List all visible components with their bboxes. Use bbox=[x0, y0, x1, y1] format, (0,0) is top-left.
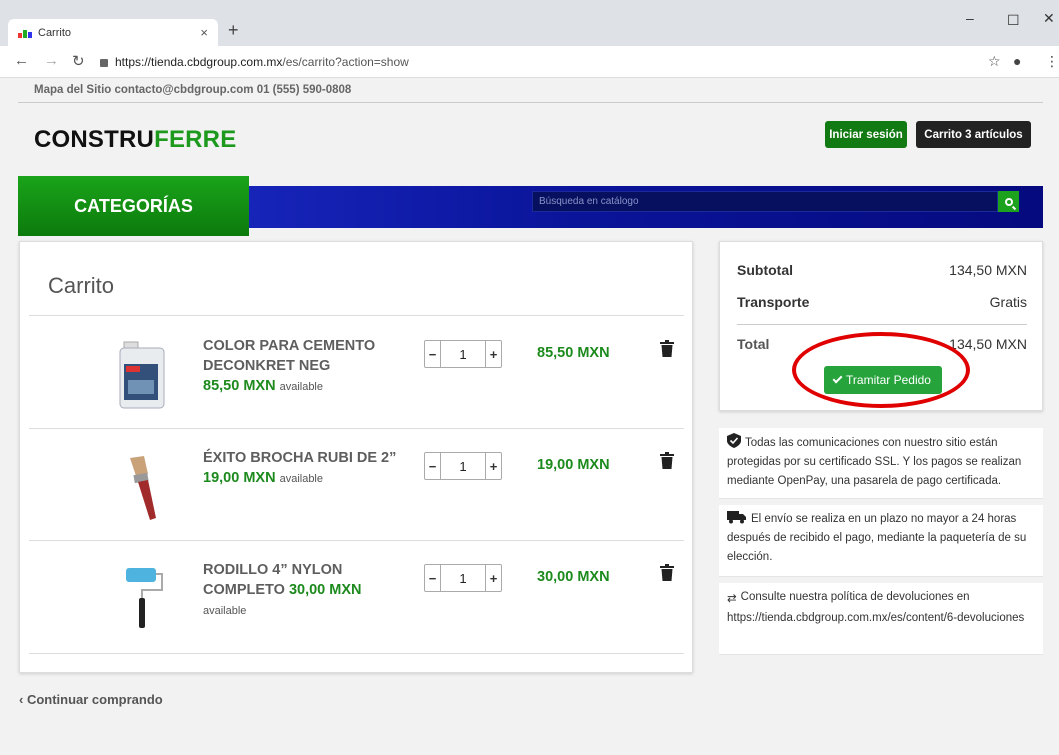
security-text: Todas las comunicaciones con nuestro sit… bbox=[727, 437, 1022, 487]
menu-icon[interactable]: ⋮ bbox=[1045, 53, 1059, 70]
logo-part-2: FERRE bbox=[154, 126, 237, 153]
decrease-button[interactable]: − bbox=[425, 565, 441, 591]
cart-panel: Carrito COLOR PARA CEMENTO DECONKRET NEG… bbox=[19, 241, 693, 673]
divider bbox=[29, 315, 684, 316]
line-total: 19,00 MXN bbox=[537, 457, 610, 473]
profile-icon[interactable]: ● bbox=[1013, 53, 1021, 69]
product-image-brush bbox=[130, 456, 156, 520]
url-host: https://tienda.cbdgroup.com.mx bbox=[115, 55, 283, 69]
trash-icon[interactable] bbox=[660, 340, 674, 357]
shield-icon bbox=[727, 433, 741, 448]
divider bbox=[737, 324, 1027, 325]
availability-text: available bbox=[279, 381, 323, 393]
subtotal-value: 134,50 MXN bbox=[949, 262, 1027, 278]
shipping-text: El envío se realiza en un plazo no mayor… bbox=[727, 513, 1027, 563]
product-image-roller bbox=[126, 568, 163, 628]
cart-item: ÉXITO BROCHA RUBI DE 2” 19,00 MXN availa… bbox=[20, 434, 694, 544]
product-title: ÉXITO BROCHA RUBI DE 2” bbox=[203, 450, 397, 466]
trash-icon[interactable] bbox=[660, 452, 674, 469]
page: Mapa del Sitio contacto@cbdgroup.com 01 … bbox=[0, 78, 1059, 755]
product-name[interactable]: COLOR PARA CEMENTO DECONKRET NEG 85,50 M… bbox=[203, 336, 408, 397]
reload-icon[interactable]: ↻ bbox=[72, 52, 85, 70]
bookmark-star-icon[interactable]: ☆ bbox=[988, 53, 1001, 70]
categories-button[interactable]: CATEGORÍAS bbox=[18, 176, 249, 236]
top-contact-line[interactable]: Mapa del Sitio contacto@cbdgroup.com 01 … bbox=[34, 84, 351, 96]
quantity-stepper: − 1 + bbox=[424, 564, 502, 592]
cart-button[interactable]: Carrito 3 artículos bbox=[916, 121, 1031, 148]
quantity-stepper: − 1 + bbox=[424, 340, 502, 368]
quantity-value[interactable]: 1 bbox=[441, 571, 485, 586]
login-button[interactable]: Iniciar sesión bbox=[825, 121, 907, 148]
logo-part-1: CONSTRU bbox=[34, 126, 155, 153]
product-name[interactable]: RODILLO 4” NYLON COMPLETO 30,00 MXN avai… bbox=[203, 560, 408, 621]
tab-title: Carrito bbox=[38, 26, 72, 39]
divider bbox=[29, 540, 684, 541]
availability-text: available bbox=[279, 473, 323, 485]
product-price: 30,00 MXN bbox=[288, 582, 362, 598]
security-info: Todas las comunicaciones con nuestro sit… bbox=[719, 428, 1043, 499]
returns-text: Consulte nuestra política de devolucione… bbox=[727, 591, 1025, 624]
exchange-icon: ⇄ bbox=[727, 593, 737, 605]
product-price: 85,50 MXN bbox=[203, 378, 276, 394]
total-label: Total bbox=[737, 336, 770, 352]
decrease-button[interactable]: − bbox=[425, 453, 441, 479]
browser-tab[interactable]: Carrito × bbox=[8, 19, 218, 46]
divider bbox=[29, 653, 684, 654]
divider bbox=[29, 428, 684, 429]
increase-button[interactable]: + bbox=[485, 565, 501, 591]
total-value: 134,50 MXN bbox=[949, 336, 1027, 352]
favicon-icon bbox=[18, 28, 32, 38]
product-price: 19,00 MXN bbox=[203, 470, 276, 486]
continue-shopping-link[interactable]: ‹ Continuar comprando bbox=[19, 692, 163, 707]
site-logo[interactable]: CONSTRUFERRE bbox=[34, 126, 236, 154]
url-field[interactable]: https://tienda.cbdgroup.com.mx/es/carrit… bbox=[100, 51, 1005, 73]
increase-button[interactable]: + bbox=[485, 453, 501, 479]
url-path: /es/carrito?action=show bbox=[282, 55, 409, 69]
quantity-value[interactable]: 1 bbox=[441, 347, 485, 362]
product-title: COLOR PARA CEMENTO DECONKRET NEG bbox=[203, 338, 376, 374]
search-icon bbox=[1004, 197, 1013, 206]
search-button[interactable] bbox=[998, 191, 1019, 212]
truck-icon bbox=[727, 511, 746, 524]
line-total: 85,50 MXN bbox=[537, 345, 610, 361]
quantity-value[interactable]: 1 bbox=[441, 459, 485, 474]
tab-close-icon[interactable]: × bbox=[200, 25, 208, 40]
quantity-stepper: − 1 + bbox=[424, 452, 502, 480]
cart-item: RODILLO 4” NYLON COMPLETO 30,00 MXN avai… bbox=[20, 546, 694, 656]
increase-button[interactable]: + bbox=[485, 341, 501, 367]
maximize-icon[interactable]: ☐ bbox=[1007, 12, 1020, 29]
product-image-cement-color bbox=[119, 341, 165, 409]
trash-icon[interactable] bbox=[660, 564, 674, 581]
divider bbox=[18, 102, 1043, 103]
subtotal-row: Subtotal 134,50 MXN bbox=[737, 262, 1027, 278]
address-bar: ← → ↻ https://tienda.cbdgroup.com.mx/es/… bbox=[0, 46, 1059, 78]
minimize-icon[interactable]: – bbox=[966, 10, 974, 26]
lock-icon bbox=[100, 59, 108, 67]
back-icon[interactable]: ← bbox=[14, 52, 29, 69]
category-bar: CATEGORÍAS Búsqueda en catálogo bbox=[18, 176, 1043, 236]
decrease-button[interactable]: − bbox=[425, 341, 441, 367]
search-input[interactable]: Búsqueda en catálogo bbox=[532, 191, 998, 212]
close-window-icon[interactable]: ✕ bbox=[1043, 10, 1055, 27]
cart-title: Carrito bbox=[48, 273, 115, 298]
subtotal-label: Subtotal bbox=[737, 262, 793, 278]
highlight-circle bbox=[792, 332, 970, 408]
shipping-row: Transporte Gratis bbox=[737, 294, 1027, 310]
line-total: 30,00 MXN bbox=[537, 569, 610, 585]
cart-item: COLOR PARA CEMENTO DECONKRET NEG 85,50 M… bbox=[20, 322, 694, 432]
returns-info: ⇄ Consulte nuestra política de devolucion… bbox=[719, 583, 1043, 655]
shipping-label: Transporte bbox=[737, 294, 810, 310]
browser-tab-bar: Carrito × + – ☐ ✕ bbox=[0, 0, 1059, 46]
product-name[interactable]: ÉXITO BROCHA RUBI DE 2” 19,00 MXN availa… bbox=[203, 448, 408, 489]
new-tab-icon[interactable]: + bbox=[228, 20, 239, 41]
availability-text: available bbox=[203, 605, 247, 617]
forward-icon[interactable]: → bbox=[44, 52, 59, 69]
shipping-value: Gratis bbox=[989, 294, 1027, 310]
shipping-info: El envío se realiza en un plazo no mayor… bbox=[719, 505, 1043, 577]
